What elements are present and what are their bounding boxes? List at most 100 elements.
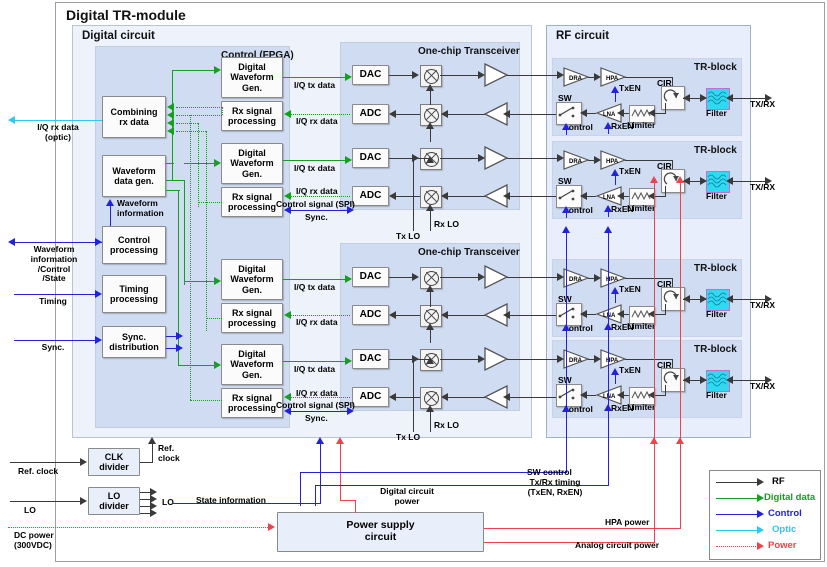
arrow-ant-1r xyxy=(765,94,772,102)
wire-ctrl-up-1 xyxy=(566,230,567,445)
wire-dc-power-in xyxy=(8,527,270,528)
wire-hpa-power-h xyxy=(484,528,680,529)
wire-timing-in xyxy=(14,294,96,295)
arrow-optic-out xyxy=(8,116,15,124)
sync-label-2: Sync. xyxy=(305,413,328,423)
tr-block-title-3: TR-block xyxy=(694,263,737,274)
arrow-mixer-adc-2 xyxy=(389,192,396,200)
waveform-info-label: Waveform information xyxy=(117,198,164,219)
wire-dac-mixer-3 xyxy=(389,277,413,278)
wire-txen-2 xyxy=(615,173,616,185)
wire-amp-dra-4 xyxy=(507,359,559,360)
wire-amp-dra-2 xyxy=(507,158,559,159)
wire-swctrl-2 xyxy=(566,210,567,218)
rxen-label-4: RxEN xyxy=(611,403,634,413)
svg-text:DRA: DRA xyxy=(569,358,583,364)
wire-swctrl-bus-down xyxy=(300,472,301,506)
svg-text:LNA: LNA xyxy=(603,394,616,400)
arrow-dac-mixer-3 xyxy=(412,273,419,281)
clk-label-2: divider xyxy=(99,462,129,472)
txrxt-line2: (TxEN, RxEN) xyxy=(527,486,583,497)
svg-text:HPA: HPA xyxy=(606,76,619,82)
optic-label-line2: (optic) xyxy=(45,131,71,142)
arrow-cir-filter-3 xyxy=(700,295,707,303)
sw-label-4: SW xyxy=(558,375,572,385)
arrow-ant-1l xyxy=(726,94,733,102)
wire-green-to-dwg4 xyxy=(178,365,216,366)
wf-label-1: Waveform xyxy=(33,244,75,254)
wire-rx-vert-4 xyxy=(190,115,191,400)
wire-iq-tx-2 xyxy=(283,160,345,161)
optic-label-line1: I/Q rx data xyxy=(37,122,79,132)
wire-lo-in xyxy=(10,501,82,502)
one-chip-transceiver-title-1: One-chip Transceiver xyxy=(418,46,520,57)
block-label: Waveform xyxy=(230,158,274,169)
wire-hpa-cir-v-4 xyxy=(672,359,673,368)
wire-tx-lo-1 xyxy=(413,158,414,231)
arrow-rxamp-mixer-2 xyxy=(441,192,448,200)
arrow-rxlo-2 xyxy=(426,405,434,412)
wire-txen-3 xyxy=(615,291,616,303)
arrow-rxamp-mixer-3 xyxy=(441,311,448,319)
arrow-iq-tx-3 xyxy=(345,275,352,283)
txen-label-4: TxEN xyxy=(619,365,641,375)
legend-label-power: Power xyxy=(768,540,797,551)
sw-label-3: SW xyxy=(558,294,572,304)
wire-green-to-dwg3 xyxy=(184,281,216,282)
digital-waveform-gen-block-3: Digital Waveform Gen. xyxy=(221,259,283,300)
rx-lo-label-1: Rx LO xyxy=(434,219,460,229)
wire-rx-vert-2 xyxy=(198,123,199,207)
arrow-cir-filter-1 xyxy=(700,94,707,102)
arrow-lo-up-2b xyxy=(426,323,434,330)
rx-signal-processing-block-4: Rx signal processing xyxy=(221,388,283,418)
wire-rf-power-up-1 xyxy=(680,180,681,440)
block-label: Timing xyxy=(119,283,149,294)
wire-rf-power-up-2 xyxy=(654,180,655,440)
wire-txrxtiming-v xyxy=(608,443,609,485)
wire-rx-join-2 xyxy=(198,202,222,203)
wire-hpa-cir-3 xyxy=(625,278,672,279)
arrow-mixer-adc-4 xyxy=(389,393,396,401)
arrow-lo-fan-4 xyxy=(150,509,157,517)
rf-circuit-title: RF circuit xyxy=(556,30,610,42)
dac-block-2: DAC xyxy=(352,148,389,168)
arrow-timing-in xyxy=(95,290,102,298)
arrow-iq-rx-3 xyxy=(284,311,291,319)
wire-clk-up xyxy=(152,443,153,463)
wire-green-wfgen-out3 xyxy=(166,190,180,191)
filter-label-2: Filter xyxy=(706,191,727,201)
wire-mixer-amp-2 xyxy=(440,158,480,159)
wire-filter-ant-3 xyxy=(728,299,770,300)
wire-mixer-amp-1 xyxy=(440,75,480,76)
state-information-label: State information xyxy=(196,495,266,505)
wire-rxen-2 xyxy=(608,209,609,217)
arrow-ctrl-up-1 xyxy=(562,226,570,233)
svg-text:HPA: HPA xyxy=(606,159,619,165)
arrow-amp-dra-2 xyxy=(557,154,564,162)
arrow-lim-lna-3 xyxy=(617,310,624,318)
iq-tx-label-4: I/Q tx data xyxy=(294,364,336,374)
wire-green-to-dwg2 xyxy=(184,163,216,164)
sync-in-label: Sync. xyxy=(41,342,65,352)
cir-label-4: CIR xyxy=(657,360,672,370)
legend-label-digital: Digital data xyxy=(764,492,816,503)
wire-mixer-adc-3 xyxy=(395,315,420,316)
dac-block-3: DAC xyxy=(352,267,389,287)
arrow-mixer-adc-1 xyxy=(389,110,396,118)
arrow-lna-sw-1 xyxy=(580,109,587,117)
legend-arrow-optic xyxy=(757,526,764,534)
cir-label-1: CIR xyxy=(657,78,672,88)
wire-rxamp-mixer-2 xyxy=(443,196,485,197)
arrow-rx-return-1 xyxy=(167,103,174,111)
block-label: processing xyxy=(227,403,276,413)
wire-spi-2 xyxy=(290,411,348,412)
wire-hpa-power-v xyxy=(680,443,681,529)
wire-mixer-adc-2 xyxy=(395,196,420,197)
arrow-rx-return-4 xyxy=(167,127,174,135)
wire-rxamp-mixer-4 xyxy=(443,397,485,398)
arrow-lim-lna-4 xyxy=(617,391,624,399)
timing-processing-block: Timing processing xyxy=(102,275,166,313)
wire-filter-ant-4 xyxy=(728,380,770,381)
filter-label-1: Filter xyxy=(706,108,727,118)
rx-signal-processing-block-3: Rx signal processing xyxy=(221,303,283,333)
